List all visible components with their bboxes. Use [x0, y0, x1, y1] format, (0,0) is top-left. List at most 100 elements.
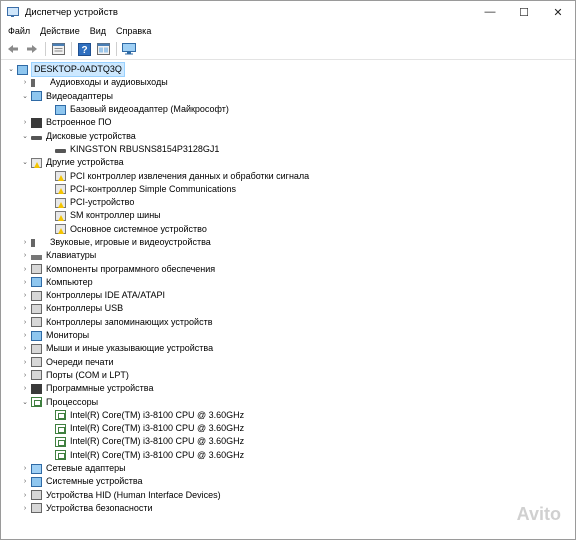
tree-item-label: Другие устройства [46, 157, 124, 168]
expand-chevron-icon[interactable]: › [21, 78, 29, 88]
tree-item-label: DESKTOP-0ADTQ3Q [31, 62, 125, 78]
tree-device[interactable]: Intel(R) Core(TM) i3-8100 CPU @ 3.60GHz [1, 422, 575, 435]
tree-category[interactable]: ⌄ Другие устройства [1, 156, 575, 169]
tree-category[interactable]: › Мониторы [1, 329, 575, 342]
tree-item-label: Дисковые устройства [46, 130, 136, 141]
minimize-button[interactable]: — [473, 1, 507, 23]
tree-category[interactable]: › Встроенное ПО [1, 116, 575, 129]
tree-device[interactable]: Intel(R) Core(TM) i3-8100 CPU @ 3.60GHz [1, 435, 575, 448]
monitor-icon[interactable] [121, 41, 137, 57]
expand-chevron-icon[interactable]: › [21, 118, 29, 128]
expand-chevron-icon[interactable]: › [21, 384, 29, 394]
help-icon[interactable]: ? [76, 41, 92, 57]
tree-category[interactable]: › Очереди печати [1, 356, 575, 369]
expand-chevron-icon[interactable]: › [21, 503, 29, 513]
properties-icon[interactable] [50, 41, 66, 57]
software-device-icon [31, 383, 42, 394]
expand-chevron-icon[interactable]: › [21, 304, 29, 314]
expand-chevron-icon[interactable]: › [21, 464, 29, 474]
tree-category[interactable]: › Клавиатуры [1, 249, 575, 262]
tree-device[interactable]: Intel(R) Core(TM) i3-8100 CPU @ 3.60GHz [1, 449, 575, 462]
collapse-chevron-icon[interactable]: ⌄ [21, 158, 29, 168]
close-button[interactable]: ✕ [541, 1, 575, 23]
tree-device[interactable]: SM контроллер шины [1, 209, 575, 222]
expand-chevron-icon[interactable]: › [21, 251, 29, 261]
tree-device[interactable]: Intel(R) Core(TM) i3-8100 CPU @ 3.60GHz [1, 409, 575, 422]
display-adapter-icon [31, 91, 42, 102]
tree-item-label: Встроенное ПО [46, 117, 112, 128]
printer-icon [31, 357, 42, 368]
tree-category[interactable]: › Аудиовходы и аудиовыходы [1, 76, 575, 89]
tree-device[interactable]: Базовый видеоадаптер (Майкрософт) [1, 103, 575, 116]
tree-category[interactable]: › Звуковые, игровые и видеоустройства [1, 236, 575, 249]
back-icon[interactable] [5, 41, 21, 57]
expand-chevron-icon[interactable]: › [21, 477, 29, 487]
expand-chevron-icon[interactable]: › [21, 291, 29, 301]
tree-category[interactable]: › Компоненты программного обеспечения [1, 262, 575, 275]
ide-controller-icon [31, 290, 42, 301]
tree-category[interactable]: ⌄ Видеоадаптеры [1, 90, 575, 103]
menu-help[interactable]: Справка [111, 26, 156, 36]
forward-icon[interactable] [24, 41, 40, 57]
tree-device[interactable]: Основное системное устройство [1, 223, 575, 236]
warning-device-icon [55, 197, 66, 208]
tree-category[interactable]: › Компьютер [1, 276, 575, 289]
device-tree[interactable]: ⌄ DESKTOP-0ADTQ3Q › Аудиовходы и аудиовыход… [1, 61, 575, 539]
collapse-chevron-icon[interactable]: ⌄ [21, 131, 29, 141]
tree-category[interactable]: › Контроллеры запоминающих устройств [1, 316, 575, 329]
tree-category[interactable]: ⌄ Процессоры [1, 395, 575, 408]
tree-item-label: PCI-контроллер Simple Communications [70, 183, 236, 194]
tree-device[interactable]: PCI-контроллер Simple Communications [1, 183, 575, 196]
cpu-icon [31, 397, 42, 408]
tree-item-label: Компоненты программного обеспечения [46, 263, 216, 274]
usb-icon [31, 303, 42, 314]
tree-item-label: Intel(R) Core(TM) i3-8100 CPU @ 3.60GHz [70, 436, 245, 447]
tree-root-computer[interactable]: ⌄ DESKTOP-0ADTQ3Q [1, 62, 575, 78]
expand-chevron-icon[interactable]: › [21, 344, 29, 354]
tree-category[interactable]: › Устройства HID (Human Interface Devices… [1, 489, 575, 502]
monitor-icon [31, 330, 42, 341]
tree-category[interactable]: › Сетевые адаптеры [1, 462, 575, 475]
tree-category[interactable]: › Системные устройства [1, 475, 575, 488]
toolbar: ? [1, 39, 575, 60]
tree-device[interactable]: KINGSTON RBUSNS8154P3128GJ1 [1, 143, 575, 156]
maximize-button[interactable]: ☐ [507, 1, 541, 23]
menu-file[interactable]: Файл [3, 26, 35, 36]
security-device-icon [31, 503, 42, 514]
speaker-icon [31, 238, 46, 247]
tree-device[interactable]: PCI-устройство [1, 196, 575, 209]
title-bar[interactable]: Диспетчер устройств — ☐ ✕ [1, 1, 575, 23]
expand-chevron-icon[interactable]: › [21, 277, 29, 287]
expand-chevron-icon[interactable]: › [21, 317, 29, 327]
expand-chevron-icon[interactable]: › [21, 370, 29, 380]
tree-item-label: Контроллеры IDE ATA/ATAPI [46, 290, 165, 301]
tree-device[interactable]: PCI контроллер извлечения данных и обраб… [1, 169, 575, 182]
expand-chevron-icon[interactable]: › [21, 490, 29, 500]
expand-chevron-icon[interactable]: › [21, 238, 29, 248]
tree-category[interactable]: › Устройства безопасности [1, 502, 575, 515]
tree-category[interactable]: › Контроллеры IDE ATA/ATAPI [1, 289, 575, 302]
collapse-chevron-icon[interactable]: ⌄ [7, 65, 15, 75]
expand-chevron-icon[interactable]: › [21, 264, 29, 274]
warning-device-icon [55, 210, 66, 221]
expand-chevron-icon[interactable]: › [21, 331, 29, 341]
tree-category[interactable]: ⌄ Дисковые устройства [1, 129, 575, 142]
system-device-icon [31, 476, 42, 487]
menu-view[interactable]: Вид [85, 26, 111, 36]
tree-category[interactable]: › Программные устройства [1, 382, 575, 395]
collapse-chevron-icon[interactable]: ⌄ [21, 91, 29, 101]
collapse-chevron-icon[interactable]: ⌄ [21, 397, 29, 407]
menu-action[interactable]: Действие [35, 26, 85, 36]
expand-chevron-icon[interactable]: › [21, 357, 29, 367]
view-icon[interactable] [95, 41, 111, 57]
tree-category[interactable]: › Контроллеры USB [1, 302, 575, 315]
tree-category[interactable]: › Порты (COM и LPT) [1, 369, 575, 382]
tree-category[interactable]: › Мыши и иные указывающие устройства [1, 342, 575, 355]
